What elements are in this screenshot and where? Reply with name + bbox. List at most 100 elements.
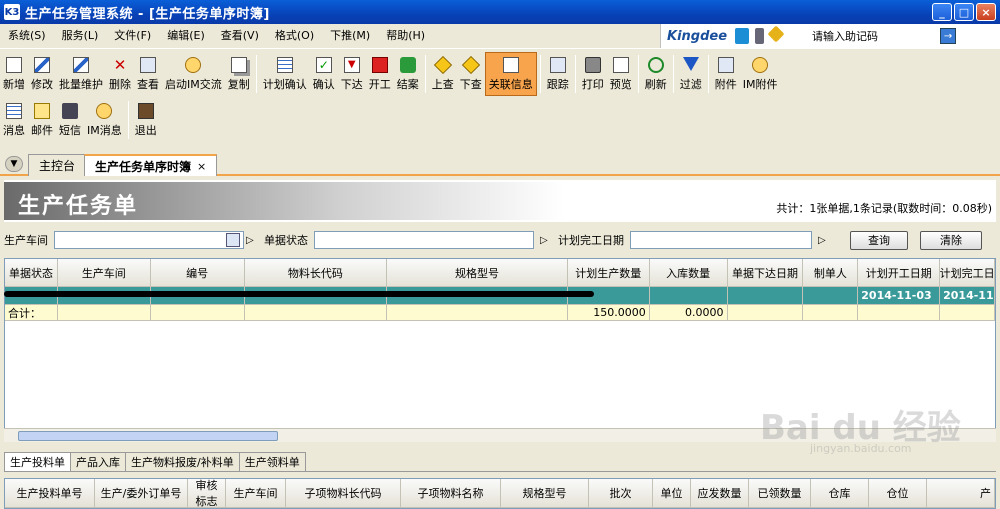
toolbar-separator — [672, 55, 674, 93]
query-down-button[interactable]: 下查 — [457, 52, 485, 96]
column-header[interactable]: 物料长代码 — [244, 259, 388, 287]
column-header[interactable]: 批次 — [589, 479, 653, 508]
new-button[interactable]: 新增 — [0, 52, 28, 96]
mobile-icon[interactable] — [755, 28, 765, 44]
page-banner: 生产任务单 共计：1张单据,1条记录(取数时间：0.08秒) — [4, 180, 996, 222]
column-header[interactable]: 仓位 — [869, 479, 927, 508]
attachment-button[interactable]: 附件 — [712, 52, 740, 96]
column-header[interactable]: 制单人 — [803, 259, 859, 287]
column-header[interactable]: 规格型号 — [387, 259, 568, 287]
view-button[interactable]: 查看 — [134, 52, 162, 96]
sum-plan-qty: 150.0000 — [567, 305, 650, 321]
print-button[interactable]: 打印 — [579, 52, 607, 96]
track-button[interactable]: 跟踪 — [544, 52, 572, 96]
column-header[interactable]: 仓库 — [811, 479, 869, 508]
menu-file[interactable]: 文件(F) — [106, 27, 159, 43]
query-button[interactable]: 查询 — [850, 230, 908, 250]
tab-production-order-list[interactable]: 生产任务单序时簿 × — [84, 154, 218, 176]
exit-button[interactable]: 退出 — [132, 98, 160, 142]
preview-button[interactable]: 预览 — [607, 52, 635, 96]
filter-button[interactable]: 过滤 — [677, 52, 705, 96]
menu-service[interactable]: 服务(L) — [54, 27, 107, 43]
tab-label: 生产任务单序时簿 — [95, 159, 192, 174]
clear-button[interactable]: 清除 — [920, 230, 982, 250]
sum-label: 合计： — [5, 305, 58, 321]
release-button[interactable]: ▼ 下达 — [338, 52, 366, 96]
table-summary-row: 合计： 150.0000 0.0000 — [5, 305, 995, 321]
menu-edit[interactable]: 编辑(E) — [159, 27, 213, 43]
column-header[interactable]: 子项物料名称 — [401, 479, 501, 508]
scrollbar-thumb[interactable] — [18, 431, 278, 441]
menu-system[interactable]: 系统(S) — [0, 27, 54, 43]
tab-list-dropdown-icon[interactable]: ▼ — [5, 156, 23, 172]
menu-push-down[interactable]: 下推(M) — [322, 27, 378, 43]
start-im-button[interactable]: 启动IM交流 — [162, 52, 225, 96]
column-header[interactable]: 产 — [927, 479, 995, 508]
delete-button[interactable]: ✕ 删除 — [106, 52, 134, 96]
message-button[interactable]: 消息 — [0, 98, 28, 142]
mail-button[interactable]: 邮件 — [28, 98, 56, 142]
column-header[interactable]: 规格型号 — [501, 479, 589, 508]
star-icon[interactable] — [767, 25, 785, 43]
finish-date-input[interactable] — [630, 231, 812, 249]
plan-confirm-button[interactable]: 计划确认 — [260, 52, 310, 96]
tab-main-console[interactable]: 主控台 — [28, 154, 87, 176]
copy-button[interactable]: 复制 — [225, 52, 253, 96]
column-header[interactable]: 生产车间 — [57, 259, 151, 287]
sms-button[interactable]: 短信 — [56, 98, 84, 142]
edit-button[interactable]: 修改 — [28, 52, 56, 96]
tab-material-requisition[interactable]: 生产领料单 — [238, 452, 306, 471]
tab-scrap-replenish[interactable]: 生产物料报废/补料单 — [125, 452, 240, 471]
column-header[interactable]: 单位 — [653, 479, 691, 508]
column-header[interactable]: 子项物料长代码 — [286, 479, 401, 508]
column-header[interactable]: 计划开工日期 — [858, 259, 941, 287]
maximize-button[interactable]: □ — [954, 3, 974, 21]
tab-material-issue[interactable]: 生产投料单 — [4, 452, 71, 471]
refresh-button[interactable]: 刷新 — [642, 52, 670, 96]
tab-product-receipt[interactable]: 产品入库 — [70, 452, 126, 471]
people-icon[interactable] — [735, 28, 750, 44]
close-case-icon — [399, 56, 416, 73]
column-header[interactable]: 计划生产数量 — [567, 259, 650, 287]
lookup-icon[interactable] — [226, 233, 240, 247]
column-header[interactable]: 生产车间 — [226, 479, 286, 508]
im-attachment-button[interactable]: IM附件 — [740, 52, 781, 96]
start-work-button[interactable]: 开工 — [366, 52, 394, 96]
search-go-icon[interactable]: → — [940, 28, 957, 44]
close-case-button[interactable]: 结案 — [394, 52, 422, 96]
column-header[interactable]: 生产/委外订单号 — [95, 479, 188, 508]
workshop-arrow-icon[interactable]: ▷ — [246, 235, 258, 246]
plan-start-date-cell: 2014-11-03 — [858, 287, 941, 305]
close-window-button[interactable]: × — [976, 3, 996, 21]
im-message-button[interactable]: IM消息 — [84, 98, 125, 142]
status-input[interactable] — [314, 231, 534, 249]
view-icon — [140, 56, 156, 73]
column-header[interactable]: 单据下达日期 — [727, 259, 804, 287]
column-header[interactable]: 计划完工日 — [940, 259, 995, 287]
workshop-input[interactable] — [54, 231, 244, 249]
attachment-icon — [717, 56, 734, 73]
column-header[interactable]: 入库数量 — [649, 259, 728, 287]
column-header[interactable]: 应发数量 — [691, 479, 749, 508]
menu-format[interactable]: 格式(O) — [267, 27, 322, 43]
edit-icon — [34, 56, 50, 73]
finish-date-arrow-icon[interactable]: ▷ — [818, 235, 830, 246]
status-arrow-icon[interactable]: ▷ — [540, 235, 552, 246]
delete-icon: ✕ — [113, 55, 127, 74]
column-header[interactable]: 审核标志 — [188, 479, 226, 508]
minimize-button[interactable]: _ — [932, 3, 952, 21]
menu-help[interactable]: 帮助(H) — [378, 27, 433, 43]
link-info-button[interactable]: 关联信息 — [484, 52, 537, 96]
column-header[interactable]: 单据状态 — [5, 259, 58, 287]
column-header[interactable]: 生产投料单号 — [5, 479, 95, 508]
column-header[interactable]: 编号 — [150, 259, 245, 287]
menu-view[interactable]: 查看(V) — [213, 27, 267, 43]
batch-edit-button[interactable]: 批量维护 — [56, 52, 106, 96]
confirm-button[interactable]: ✓ 确认 — [310, 52, 338, 96]
query-up-button[interactable]: 上查 — [429, 52, 457, 96]
query-down-icon — [461, 55, 480, 74]
column-header[interactable]: 已领数量 — [749, 479, 811, 508]
status-label: 单据状态 — [264, 234, 308, 247]
mnemonic-search-input[interactable]: 请输入助记码 — [812, 28, 940, 44]
tab-close-icon[interactable]: × — [197, 160, 206, 173]
